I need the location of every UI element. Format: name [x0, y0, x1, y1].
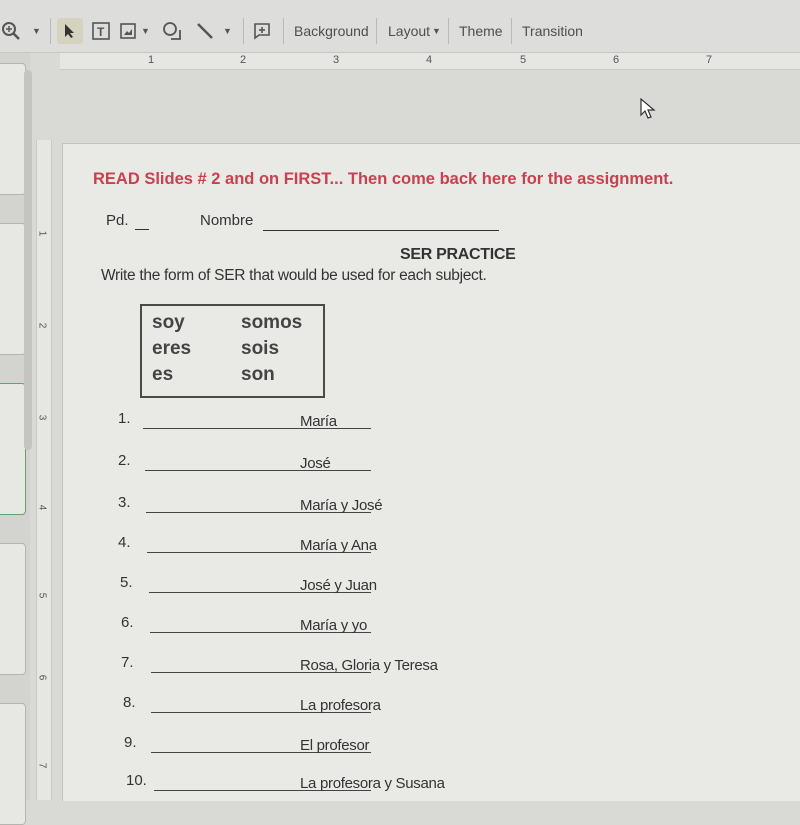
question-subject: La profesora	[300, 697, 381, 714]
filmstrip-scrollbar[interactable]	[24, 70, 32, 450]
question-number: 1.	[118, 410, 131, 427]
line-button[interactable]: ▼	[195, 18, 232, 44]
question-subject: José	[300, 455, 331, 472]
question-number: 10.	[126, 772, 147, 789]
insert-image-button[interactable]: ▼	[119, 18, 150, 44]
worksheet-directions: Write the form of SER that would be used…	[101, 267, 487, 284]
conjugation-es: es	[152, 364, 174, 385]
ruler-label: 1	[148, 54, 155, 66]
name-label: Nombre	[200, 212, 254, 229]
ruler-label: 7	[36, 762, 48, 769]
conjugation-eres: eres	[152, 338, 192, 359]
layout-label: Layout	[388, 23, 431, 39]
period-blank	[135, 229, 149, 230]
slide-thumbnail[interactable]	[0, 63, 26, 195]
conjugation-box: soy eres es somos sois son	[140, 304, 325, 398]
question-subject: La profesora y Susana	[300, 775, 445, 792]
conjugation-son: son	[241, 364, 275, 385]
question-number: 8.	[123, 694, 136, 711]
question-subject: El profesor	[300, 737, 370, 754]
layout-button[interactable]: Layout ▼	[388, 18, 441, 44]
svg-text:T: T	[97, 25, 105, 39]
question-subject: María y José	[300, 497, 383, 514]
zoom-in-icon	[2, 22, 20, 40]
conjugation-somos: somos	[241, 312, 303, 333]
background-button[interactable]: Background	[294, 18, 369, 44]
cursor-arrow-icon	[65, 24, 74, 38]
chevron-down-icon[interactable]: ▼	[223, 26, 232, 36]
ruler-label: 6	[613, 54, 620, 66]
text-box-button[interactable]: T	[91, 18, 111, 44]
add-comment-icon	[254, 23, 270, 40]
question-number: 2.	[118, 452, 131, 469]
horizontal-ruler[interactable]: 1 2 3 4 5 6 7	[60, 53, 800, 70]
ruler-label: 4	[426, 54, 433, 66]
question-number: 5.	[120, 574, 133, 591]
period-label: Pd.	[106, 212, 129, 229]
divider	[376, 18, 377, 44]
question-subject: María y Ana	[300, 537, 377, 554]
name-blank	[263, 230, 499, 231]
question-subject: Rosa, Gloria y Teresa	[300, 657, 438, 674]
add-comment-button[interactable]	[253, 18, 271, 44]
slide-thumbnail[interactable]	[0, 543, 26, 675]
conjugation-soy: soy	[152, 312, 185, 333]
shape-button[interactable]	[162, 18, 182, 44]
line-icon	[197, 23, 213, 39]
toolbar: ▼ T ▼ ▼ Background Layout ▼ Theme Transi…	[0, 0, 800, 53]
mouse-cursor-icon	[640, 98, 656, 119]
divider	[50, 18, 51, 44]
ruler-label: 2	[240, 54, 247, 66]
chevron-down-icon[interactable]: ▼	[32, 26, 41, 36]
slide-thumbnail[interactable]	[0, 703, 26, 825]
slide-canvas[interactable]: READ Slides # 2 and on FIRST... Then com…	[62, 143, 800, 801]
divider	[283, 18, 284, 44]
question-number: 6.	[121, 614, 134, 631]
zoom-button[interactable]: ▼	[0, 18, 41, 44]
transition-button[interactable]: Transition	[522, 18, 583, 44]
question-subject: María y yo	[300, 617, 368, 634]
divider	[243, 18, 244, 44]
question-number: 7.	[121, 654, 134, 671]
slide-thumbnail[interactable]	[0, 383, 26, 515]
ruler-label: 5	[36, 592, 48, 599]
shape-icon	[163, 22, 181, 40]
worksheet-title: SER PRACTICE	[400, 246, 516, 263]
select-button[interactable]	[57, 18, 83, 44]
ruler-label: 7	[706, 54, 713, 66]
ruler-label: 3	[36, 414, 48, 421]
ruler-label: 2	[36, 322, 48, 329]
ruler-label: 3	[333, 54, 340, 66]
ruler-label: 1	[36, 230, 48, 237]
answer-blank[interactable]	[145, 470, 371, 471]
conjugation-sois: sois	[241, 338, 280, 359]
divider	[448, 18, 449, 44]
question-subject: José y Juan	[300, 577, 377, 594]
chevron-down-icon: ▼	[432, 26, 441, 36]
ruler-label: 5	[520, 54, 527, 66]
divider	[511, 18, 512, 44]
question-number: 9.	[124, 734, 137, 751]
instruction-text: READ Slides # 2 and on FIRST... Then com…	[93, 170, 674, 188]
text-box-icon: T	[92, 22, 110, 40]
theme-button[interactable]: Theme	[459, 18, 503, 44]
image-icon	[120, 23, 136, 39]
question-number: 3.	[118, 494, 131, 511]
slide-thumbnail[interactable]	[0, 223, 26, 355]
chevron-down-icon[interactable]: ▼	[141, 26, 150, 36]
vertical-ruler[interactable]: 1 2 3 4 5 6 7	[36, 140, 52, 800]
question-number: 4.	[118, 534, 131, 551]
ruler-label: 6	[36, 674, 48, 681]
ruler-label: 4	[36, 504, 48, 511]
question-subject: María	[300, 413, 337, 430]
